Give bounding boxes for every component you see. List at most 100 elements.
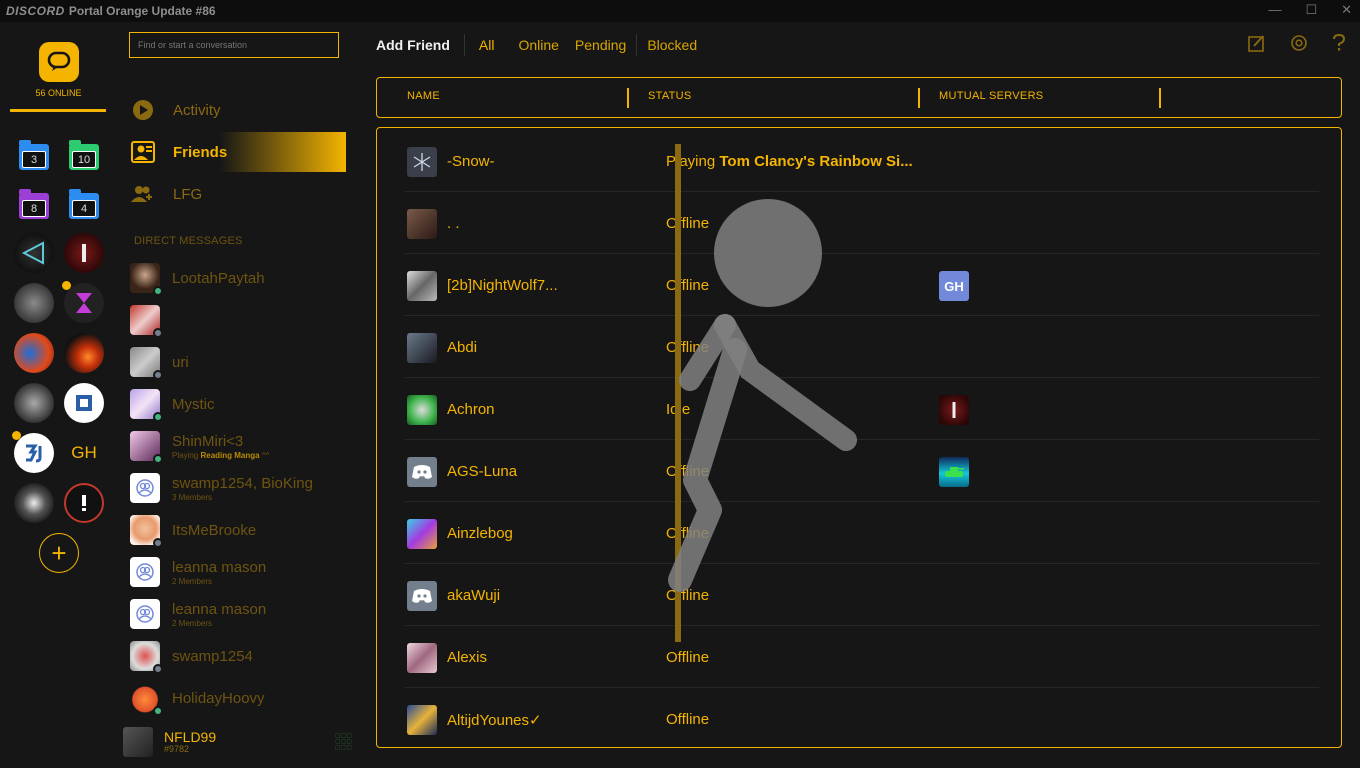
server-icon-skull[interactable] xyxy=(14,483,54,523)
friend-row[interactable]: Alexis Offline xyxy=(405,626,1319,688)
new-group-dm-icon[interactable] xyxy=(1248,34,1266,52)
friend-row[interactable]: -Snow- Playing Tom Clancy's Rainbow Si..… xyxy=(405,130,1319,192)
friend-row[interactable]: AltijdYounes✓ Offline xyxy=(405,688,1319,747)
logo-3j-icon xyxy=(26,444,42,463)
folder-count: 4 xyxy=(72,200,96,217)
friend-name: Ainzlebog xyxy=(447,525,513,542)
tab-online[interactable]: Online xyxy=(518,37,558,53)
friend-row[interactable]: akaWuji Offline xyxy=(405,564,1319,626)
status-dot xyxy=(153,664,163,674)
dm-group[interactable]: leanna mason 2 Members xyxy=(130,598,350,630)
minimize-button[interactable]: — xyxy=(1268,2,1281,18)
group-avatar xyxy=(130,557,160,587)
close-button[interactable]: ✕ xyxy=(1341,2,1352,18)
play-icon xyxy=(131,98,155,122)
server-icon-red[interactable] xyxy=(64,233,104,273)
friend-row[interactable]: AGS-Luna Offline xyxy=(405,440,1319,502)
tab-pending[interactable]: Pending xyxy=(575,37,626,53)
dm-panel: Activity Friends LFG DIRECT MESSAGES Loo… xyxy=(117,22,352,768)
server-icon-oc[interactable] xyxy=(14,333,54,373)
nav-lfg[interactable]: LFG xyxy=(129,174,346,214)
friend-name: Achron xyxy=(447,401,495,418)
dm-item[interactable]: HolidayHoovy xyxy=(130,682,350,716)
user-controls[interactable]: ▢▢▢ ▢▢▢ ▢▢▢ xyxy=(335,733,352,751)
column-divider xyxy=(1159,88,1161,108)
server-icon-planet[interactable] xyxy=(64,333,104,373)
username: NFLD99 xyxy=(164,729,217,745)
friends-header: Add Friend All Online Pending Blocked xyxy=(352,22,1360,68)
column-mutual-servers[interactable]: MUTUAL SERVERS xyxy=(939,90,1043,102)
avatar xyxy=(407,147,437,177)
tab-blocked[interactable]: Blocked xyxy=(647,37,697,53)
friend-row[interactable]: [2b]NightWolf7... Offline GH xyxy=(405,254,1319,316)
column-status[interactable]: STATUS xyxy=(648,90,692,102)
server-icon-hourglass[interactable] xyxy=(64,283,104,323)
server-folder-blue-2[interactable]: 4 xyxy=(69,189,99,219)
friend-name: -Snow- xyxy=(447,153,495,170)
friend-row[interactable]: . . Offline xyxy=(405,192,1319,254)
column-name[interactable]: NAME xyxy=(407,90,440,102)
dm-item[interactable]: ShinMiri<3 Playing Reading Manga ^^ xyxy=(130,430,350,464)
group-icon xyxy=(136,563,154,581)
maximize-button[interactable]: ☐ xyxy=(1305,2,1317,18)
server-icon-3j[interactable] xyxy=(14,433,54,473)
group-icon xyxy=(136,479,154,497)
friend-row[interactable]: Abdi Offline xyxy=(405,316,1319,378)
mutual-server-icon[interactable] xyxy=(939,395,969,425)
server-gh[interactable]: GH xyxy=(64,433,104,473)
avatar xyxy=(407,271,437,301)
friend-row[interactable]: Ainzlebog Offline xyxy=(405,502,1319,564)
server-folder-green[interactable]: 10 xyxy=(69,140,99,170)
dm-name: HolidayHoovy xyxy=(172,689,265,707)
hourglass-icon xyxy=(76,293,92,313)
server-folder-blue[interactable]: 3 xyxy=(19,140,49,170)
server-rail: 56 ONLINE 3 10 8 4 GH + xyxy=(0,22,117,768)
tab-all[interactable]: All xyxy=(479,37,495,53)
user-avatar[interactable] xyxy=(123,727,153,757)
group-icon xyxy=(136,605,154,623)
friend-row[interactable]: Achron Idle xyxy=(405,378,1319,440)
home-button[interactable] xyxy=(39,42,79,82)
mentions-icon[interactable] xyxy=(1290,34,1308,52)
header-divider xyxy=(463,34,465,56)
avatar xyxy=(130,263,163,296)
dm-activity: Playing Reading Manga ^^ xyxy=(172,451,269,460)
friend-status: Offline xyxy=(666,649,710,666)
folder-count: 3 xyxy=(22,151,46,168)
nav-friends[interactable]: Friends xyxy=(129,132,346,172)
server-folder-purple[interactable]: 8 xyxy=(19,189,49,219)
server-icon-grey[interactable] xyxy=(14,283,54,323)
friend-status: Offline xyxy=(666,277,710,294)
dm-item[interactable]: LootahPaytah xyxy=(130,262,350,296)
dm-group[interactable]: leanna mason 2 Members xyxy=(130,556,350,588)
dm-item[interactable] xyxy=(130,304,350,338)
help-icon[interactable] xyxy=(1332,34,1346,52)
title-bar: DISCORD Portal Orange Update #86 — ☐ ✕ xyxy=(0,0,1360,22)
mutual-server-icon[interactable] xyxy=(939,457,969,487)
server-icon-3d[interactable] xyxy=(64,383,104,423)
dm-item[interactable]: ItsMeBrooke xyxy=(130,514,350,548)
nav-lfg-label: LFG xyxy=(173,185,203,203)
cube-icon xyxy=(76,395,92,411)
server-icon-emblem[interactable] xyxy=(14,383,54,423)
avatar xyxy=(130,305,163,338)
tank-icon xyxy=(945,467,964,477)
avatar xyxy=(130,389,163,422)
add-server-button[interactable]: + xyxy=(39,533,79,573)
online-count: 56 ONLINE xyxy=(35,88,82,98)
dm-group[interactable]: swamp1254, BioKing 3 Members xyxy=(130,472,350,504)
server-icon-triangle[interactable] xyxy=(14,233,54,273)
add-friend-button[interactable]: Add Friend xyxy=(376,37,450,53)
dm-item[interactable]: Mystic xyxy=(130,388,350,422)
exclamation-icon xyxy=(82,495,86,511)
dm-item[interactable]: swamp1254 xyxy=(130,640,350,674)
status-dot xyxy=(153,454,163,464)
mutual-server-gh[interactable]: GH xyxy=(939,271,969,301)
search-input[interactable] xyxy=(129,32,339,58)
server-icon-alert[interactable] xyxy=(64,483,104,523)
dm-name: leanna mason xyxy=(172,600,267,618)
add-people-icon xyxy=(131,182,155,206)
rail-separator xyxy=(10,109,106,112)
nav-activity[interactable]: Activity xyxy=(129,90,346,130)
dm-item[interactable]: uri xyxy=(130,346,350,380)
